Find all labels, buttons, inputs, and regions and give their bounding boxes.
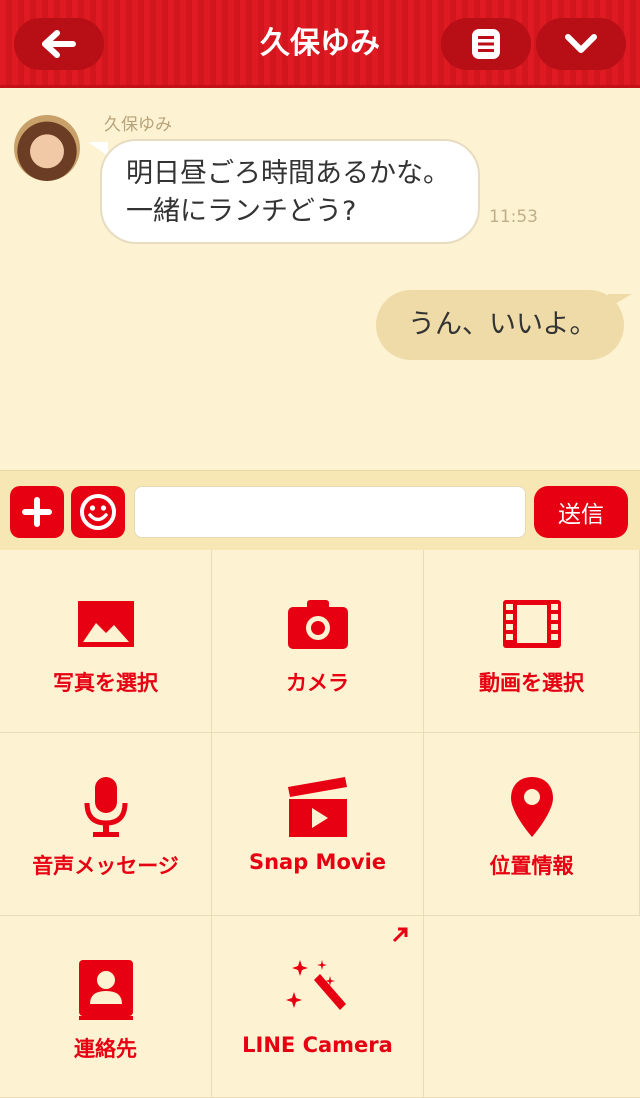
empty-cell <box>424 916 640 1098</box>
select-video-button[interactable]: 動画を選択 <box>424 550 640 733</box>
line-camera-label: LINE Camera <box>242 1033 393 1057</box>
outgoing-message-bubble[interactable]: うん、いいよ。 <box>376 290 624 360</box>
note-button[interactable] <box>441 18 531 70</box>
incoming-message-line-2: 一緒にランチどう? <box>126 196 357 227</box>
select-photo-button[interactable]: 写真を選択 <box>0 550 212 733</box>
incoming-message-line-1: 明日昼ごろ時間あるかな。 <box>126 158 450 189</box>
microphone-icon <box>84 777 127 837</box>
external-arrow-icon <box>392 927 408 943</box>
plus-icon <box>22 497 52 527</box>
attach-button[interactable] <box>10 486 64 538</box>
film-icon <box>502 600 561 648</box>
avatar[interactable] <box>14 115 80 181</box>
input-bar: 送信 <box>0 470 640 550</box>
camera-label: カメラ <box>286 671 349 695</box>
image-icon <box>77 601 134 647</box>
outgoing-message-text: うん、いいよ。 <box>408 309 597 340</box>
magic-wand-icon <box>285 960 346 1010</box>
voice-message-button[interactable]: 音声メッセージ <box>0 733 212 916</box>
snap-movie-button[interactable]: Snap Movie <box>212 733 424 916</box>
camera-icon <box>287 600 348 649</box>
location-button[interactable]: 位置情報 <box>424 733 640 916</box>
sender-name: 久保ゆみ <box>104 115 172 135</box>
header-bar: 久保ゆみ <box>0 0 640 88</box>
snap-movie-label: Snap Movie <box>248 850 387 874</box>
contact-book-icon <box>78 960 133 1020</box>
back-arrow-icon <box>42 30 76 58</box>
message-input[interactable] <box>134 486 526 538</box>
select-video-label: 動画を選択 <box>479 671 584 695</box>
contacts-button[interactable]: 連絡先 <box>0 916 212 1098</box>
chat-title: 久保ゆみ <box>260 26 380 61</box>
select-photo-label: 写真を選択 <box>53 671 158 695</box>
back-button[interactable] <box>14 18 104 70</box>
chevron-down-icon <box>565 34 597 53</box>
contacts-label: 連絡先 <box>74 1037 137 1061</box>
note-icon <box>472 29 500 59</box>
incoming-message-bubble[interactable]: 明日昼ごろ時間あるかな。 一緒にランチどう? <box>100 139 480 244</box>
send-button[interactable]: 送信 <box>534 486 628 538</box>
incoming-bubble-tail <box>88 142 108 156</box>
message-timestamp: 11:53 <box>489 207 538 227</box>
attachment-menu: 写真を選択 カメラ 動画を選択 音声メッセージ Snap Movie 位置情報 … <box>0 550 640 1098</box>
location-pin-icon <box>510 777 553 837</box>
location-label: 位置情報 <box>489 854 574 878</box>
camera-button[interactable]: カメラ <box>212 550 424 733</box>
sticker-button[interactable] <box>71 486 125 538</box>
chevron-down-button[interactable] <box>536 18 626 70</box>
smiley-icon <box>80 494 116 530</box>
line-camera-button[interactable]: LINE Camera <box>212 916 424 1098</box>
voice-message-label: 音声メッセージ <box>32 854 179 878</box>
chat-area: 久保ゆみ 明日昼ごろ時間あるかな。 一緒にランチどう? 11:53 うん、いいよ… <box>0 88 640 470</box>
clapperboard-icon <box>287 777 347 837</box>
